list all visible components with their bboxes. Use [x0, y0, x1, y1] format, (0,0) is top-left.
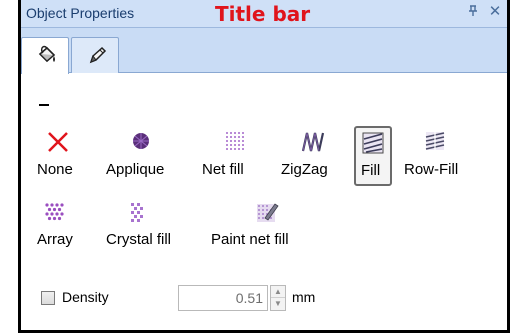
fill-type-label: Paint net fill [211, 231, 289, 248]
tab-outline-properties[interactable] [71, 37, 119, 73]
tab-strip [21, 28, 507, 74]
tab-fill-properties[interactable] [21, 37, 69, 74]
pin-icon[interactable] [465, 5, 481, 21]
fill-type-label: Net fill [202, 161, 244, 178]
fill-type-array[interactable]: Array [33, 192, 93, 256]
spin-up-icon[interactable]: ▲ [271, 286, 285, 298]
density-input[interactable]: 0.51 [178, 285, 268, 311]
fill-type-row-fill[interactable]: Row-Fill [401, 120, 477, 186]
fill-type-selector: None Applique Net fill ZigZag Fill Row-F… [21, 74, 507, 330]
fill-type-net-fill[interactable]: Net fill [199, 120, 269, 186]
density-value: 0.51 [235, 290, 263, 306]
paint-net-fill-icon [257, 203, 279, 222]
fill-type-crystal-fill[interactable]: Crystal fill [103, 192, 203, 256]
density-row: Density 0.51 ▲ ▼ mm [21, 284, 507, 314]
title-bar-annotation: Title bar [215, 2, 311, 26]
red-x-icon [48, 132, 68, 152]
fill-type-label: Applique [106, 161, 165, 178]
fill-type-label: None [37, 161, 73, 178]
spin-down-icon[interactable]: ▼ [271, 298, 285, 310]
panel-title: Object Properties [26, 5, 135, 21]
fill-type-applique[interactable]: Applique [100, 120, 186, 186]
density-spinner[interactable]: ▲ ▼ [270, 285, 286, 311]
density-unit: mm [292, 289, 316, 305]
fill-type-zigzag[interactable]: ZigZag [278, 120, 348, 186]
separator-dash [39, 104, 49, 106]
fill-type-fill[interactable]: Fill [354, 126, 392, 186]
title-bar[interactable]: Object Properties Title bar ✕ [21, 0, 507, 28]
crystal-fill-icon [131, 203, 143, 222]
zigzag-icon [301, 132, 325, 152]
fill-type-label: ZigZag [281, 161, 328, 178]
close-icon[interactable]: ✕ [487, 4, 503, 20]
fill-bucket-icon [38, 45, 56, 63]
object-properties-panel: Object Properties Title bar ✕ None Appli… [18, 0, 510, 333]
applique-icon [133, 133, 149, 149]
fill-type-label: Fill [361, 162, 381, 179]
fill-type-label: Crystal fill [106, 231, 172, 248]
fill-type-label: Array [37, 231, 73, 248]
fill-type-paint-net-fill[interactable]: Paint net fill [209, 192, 329, 256]
fill-type-label: Row-Fill [404, 161, 459, 178]
net-fill-icon [226, 132, 244, 150]
fill-icon [362, 132, 384, 154]
pencil-icon [89, 46, 107, 64]
fill-type-none[interactable]: None [33, 120, 83, 186]
density-label: Density [62, 289, 109, 305]
array-icon [45, 203, 64, 221]
density-checkbox[interactable] [41, 291, 55, 305]
row-fill-icon [425, 132, 445, 150]
